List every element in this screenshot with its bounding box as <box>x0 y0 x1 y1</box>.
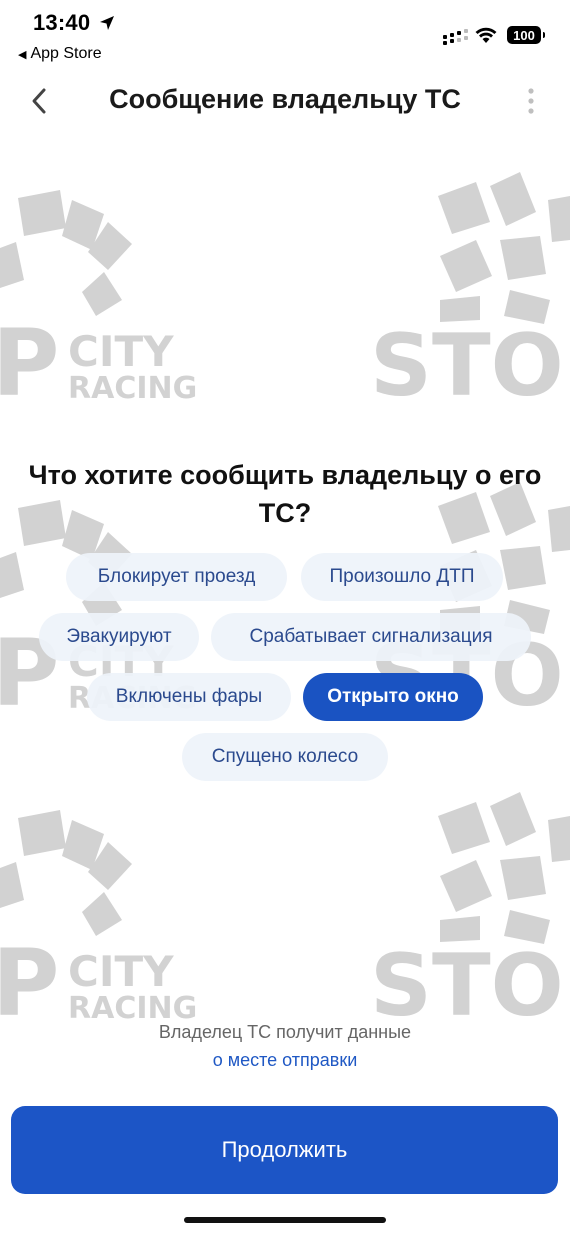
location-notice-link[interactable]: о месте отправки <box>0 1046 570 1074</box>
nav-bar: Сообщение владельцу ТС <box>0 70 570 134</box>
location-notice-text: Владелец ТС получит данные <box>158 1022 412 1042</box>
option-chip-label: Спущено колесо <box>211 746 359 767</box>
back-to-app-store[interactable]: ◀ App Store <box>18 45 102 63</box>
option-chip-label: Срабатывает сигнализация <box>249 626 493 647</box>
battery-indicator: 100 <box>507 26 545 44</box>
location-notice: Владелец ТС получит данные о месте отпра… <box>0 1018 570 1074</box>
option-chip-alarm[interactable]: Срабатывает сигнализация <box>211 613 531 661</box>
home-indicator <box>184 1217 386 1223</box>
cellular-signal-icon <box>443 29 468 45</box>
status-bar: 13:40 ◀ App Store 100 <box>0 0 570 70</box>
status-time: 13:40 <box>33 10 91 35</box>
option-chip-label: Произошло ДТП <box>329 566 475 587</box>
back-triangle-icon: ◀ <box>18 48 27 61</box>
svg-text:P: P <box>0 310 59 417</box>
more-options-icon[interactable] <box>518 86 544 116</box>
option-chip-label: Включены фары <box>115 686 263 707</box>
continue-button[interactable]: Продолжить <box>11 1106 558 1194</box>
svg-text:STOR: STOR <box>370 316 570 416</box>
option-chip-label: Открыто окно <box>327 686 459 707</box>
option-chip-flat-tire[interactable]: Спущено колесо <box>182 733 388 781</box>
option-chip-window-open[interactable]: Открыто окно <box>303 673 483 721</box>
back-to-app-label: App Store <box>30 45 102 62</box>
svg-text:RACING: RACING <box>68 371 197 406</box>
svg-text:CITY: CITY <box>68 327 174 376</box>
option-chip-headlights-on[interactable]: Включены фары <box>87 673 291 721</box>
page-title: Сообщение владельцу ТС <box>109 84 461 114</box>
option-chip-label: Блокирует проезд <box>97 566 256 587</box>
location-arrow-icon <box>100 16 114 30</box>
watermark-block: P CITY RACING STOR <box>0 172 570 417</box>
option-chip-towing[interactable]: Эвакуируют <box>39 613 199 661</box>
option-chip-label: Эвакуируют <box>66 626 172 647</box>
option-chip-blocks-passage[interactable]: Блокирует проезд <box>66 553 287 601</box>
option-chip-accident[interactable]: Произошло ДТП <box>301 553 503 601</box>
wifi-icon <box>475 27 497 43</box>
question-heading: Что хотите сообщить владельцу о его ТС? <box>28 460 542 528</box>
